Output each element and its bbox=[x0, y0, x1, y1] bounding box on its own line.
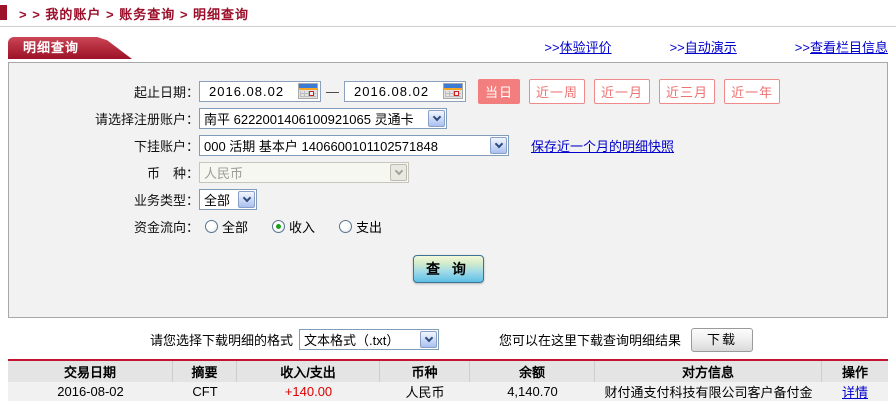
chevron-down-icon[interactable] bbox=[238, 190, 255, 208]
chevron-down-icon[interactable] bbox=[428, 109, 445, 127]
chevron-down-icon bbox=[390, 163, 407, 181]
link-view-column-info[interactable]: >>查看栏目信息 bbox=[795, 37, 888, 56]
table-header-row: 交易日期 摘要 收入/支出 币种 余额 对方信息 操作 bbox=[8, 361, 888, 382]
sub-account-label: 下挂账户： bbox=[133, 138, 199, 154]
quick-range-week-button[interactable]: 近一周 bbox=[529, 78, 586, 104]
download-button[interactable]: 下载 bbox=[691, 327, 754, 352]
currency-label: 币 种： bbox=[146, 165, 199, 181]
save-snapshot-link[interactable]: 保存近一个月的明细快照 bbox=[531, 136, 674, 155]
sub-account-row: 下挂账户： 000 活期 基本户 1406600101102571848 保存近… bbox=[9, 132, 887, 158]
col-header-date: 交易日期 bbox=[8, 361, 173, 382]
date-range-row: 起止日期： 2016.08.02 — 2016.08.02 当日 近一周 近一月… bbox=[9, 78, 887, 104]
flow-option-all[interactable]: 全部 bbox=[205, 217, 248, 236]
query-button[interactable]: 查 询 bbox=[412, 255, 484, 283]
red-corner-mark bbox=[0, 5, 7, 20]
link-auto-demo[interactable]: >>自动演示 bbox=[670, 37, 737, 56]
breadcrumb[interactable]: > > 我的账户 > 账务查询 > 明细查询 bbox=[19, 4, 249, 23]
chevron-down-icon[interactable] bbox=[420, 331, 438, 348]
col-header-summary: 摘要 bbox=[173, 361, 237, 382]
breadcrumb-bar: > > 我的账户 > 账务查询 > 明细查询 bbox=[0, 0, 896, 27]
currency-value: 人民币 bbox=[204, 165, 244, 181]
date-range-label: 起止日期： bbox=[133, 84, 199, 100]
cell-currency: 人民币 bbox=[405, 385, 445, 400]
calendar-icon[interactable] bbox=[298, 83, 318, 99]
section-header-row: 明细查询 >>体验评价 >>自动演示 >>查看栏目信息 bbox=[0, 37, 896, 59]
date-separator: — bbox=[326, 83, 339, 99]
date-from-input[interactable]: 2016.08.02 bbox=[199, 80, 321, 102]
currency-row: 币 种： 人民币 bbox=[9, 159, 887, 185]
register-account-row: 请选择注册账户： 南平 6222001406100921065 灵通卡 bbox=[9, 105, 887, 131]
cell-balance: 4,140.70 bbox=[507, 384, 558, 399]
radio-icon[interactable] bbox=[339, 219, 353, 233]
link-prefix: >> bbox=[794, 40, 810, 55]
date-to-input[interactable]: 2016.08.02 bbox=[344, 80, 466, 102]
date-from-value: 2016.08.02 bbox=[209, 83, 285, 99]
table-row: 2016-08-02 CFT +140.00 人民币 4,140.70 财付通支… bbox=[8, 382, 888, 401]
quick-range-year-button[interactable]: 近一年 bbox=[724, 78, 781, 104]
col-header-action: 操作 bbox=[841, 365, 868, 380]
quick-range-buttons: 当日 近一周 近一月 近三月 近一年 bbox=[478, 78, 781, 104]
flow-row: 资金流向： 全部 收入 支出 bbox=[9, 213, 887, 239]
query-form: 起止日期： 2016.08.02 — 2016.08.02 当日 近一周 近一月… bbox=[8, 62, 888, 318]
tab-detail-query[interactable]: 明细查询 bbox=[8, 37, 132, 59]
biz-type-label: 业务类型： bbox=[133, 192, 199, 208]
cell-counterparty: 财付通支付科技有限公司客户备付金 bbox=[604, 385, 813, 400]
download-format-label: 请您选择下载明细的格式 bbox=[150, 333, 294, 348]
results-table: 交易日期 摘要 收入/支出 币种 余额 对方信息 操作 2016-08-02 C… bbox=[8, 359, 888, 401]
link-prefix: >> bbox=[544, 40, 560, 55]
sub-account-value: 000 活期 基本户 1406600101102571848 bbox=[204, 138, 438, 154]
quick-range-month-button[interactable]: 近一月 bbox=[594, 78, 651, 104]
detail-link[interactable]: 详情 bbox=[842, 382, 868, 401]
cell-action: 详情 bbox=[822, 382, 888, 401]
cell-amount: +140.00 bbox=[284, 384, 333, 399]
currency-select: 人民币 bbox=[199, 161, 409, 183]
quick-range-today-button[interactable]: 当日 bbox=[478, 78, 521, 104]
download-row: 请您选择下载明细的格式 文本格式（.txt） 您可以在这里下载查询明细结果 下载 bbox=[0, 327, 896, 352]
flow-label: 资金流向： bbox=[133, 219, 199, 235]
flow-option-label: 收入 bbox=[289, 219, 316, 235]
flow-option-label: 支出 bbox=[356, 219, 383, 235]
cell-date: 2016-08-02 bbox=[57, 384, 124, 399]
link-label: 查看栏目信息 bbox=[809, 40, 888, 55]
flow-option-expense[interactable]: 支出 bbox=[339, 217, 382, 236]
chevron-down-icon[interactable] bbox=[490, 136, 507, 154]
col-header-counterparty: 对方信息 bbox=[595, 361, 822, 382]
sub-account-select[interactable]: 000 活期 基本户 1406600101102571848 bbox=[199, 134, 509, 156]
flow-option-label: 全部 bbox=[222, 219, 249, 235]
download-format-select[interactable]: 文本格式（.txt） bbox=[299, 329, 440, 350]
link-experience-review[interactable]: >>体验评价 bbox=[544, 37, 611, 56]
link-label: 体验评价 bbox=[559, 40, 612, 55]
top-links: >>体验评价 >>自动演示 >>查看栏目信息 bbox=[544, 37, 888, 59]
biz-type-value: 全部 bbox=[204, 192, 231, 208]
col-header-currency: 币种 bbox=[380, 361, 470, 382]
download-hint: 您可以在这里下载查询明细结果 bbox=[499, 333, 682, 348]
register-account-value: 南平 6222001406100921065 灵通卡 bbox=[204, 111, 414, 127]
radio-icon[interactable] bbox=[205, 219, 218, 233]
col-header-amount: 收入/支出 bbox=[237, 361, 380, 382]
download-format-value: 文本格式（.txt） bbox=[304, 333, 400, 348]
flow-radio-group: 全部 收入 支出 bbox=[205, 217, 382, 236]
link-label: 自动演示 bbox=[684, 40, 737, 55]
query-button-row: 查 询 bbox=[9, 255, 887, 283]
flow-option-income[interactable]: 收入 bbox=[272, 217, 315, 236]
cell-summary: CFT bbox=[192, 384, 218, 399]
date-to-value: 2016.08.02 bbox=[354, 83, 430, 99]
radio-checked-icon[interactable] bbox=[272, 219, 286, 233]
quick-range-3months-button[interactable]: 近三月 bbox=[659, 78, 716, 104]
calendar-icon[interactable] bbox=[443, 83, 463, 99]
register-account-label: 请选择注册账户： bbox=[94, 111, 199, 127]
link-prefix: >> bbox=[669, 40, 685, 55]
biz-type-row: 业务类型： 全部 bbox=[9, 186, 887, 212]
register-account-select[interactable]: 南平 6222001406100921065 灵通卡 bbox=[199, 107, 447, 129]
col-header-balance: 余额 bbox=[470, 361, 595, 382]
biz-type-select[interactable]: 全部 bbox=[199, 188, 257, 210]
